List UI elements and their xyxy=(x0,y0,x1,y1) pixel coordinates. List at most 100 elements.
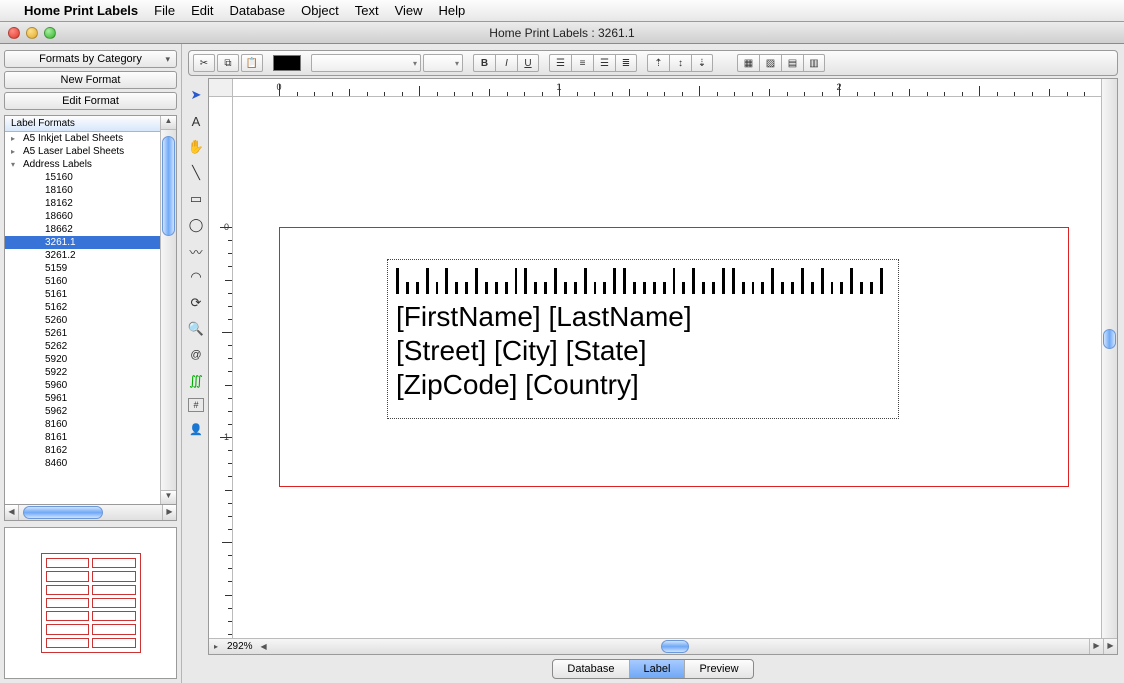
rotate-tool[interactable]: ⟳ xyxy=(187,294,205,312)
postnet-barcode[interactable] xyxy=(396,266,890,294)
menu-file[interactable]: File xyxy=(154,3,175,18)
paste-button[interactable]: 📋 xyxy=(241,54,263,72)
scroll-thumb[interactable] xyxy=(661,640,689,653)
tree-leaf[interactable]: 5920 xyxy=(5,353,160,366)
tree-leaf[interactable]: 18662 xyxy=(5,223,160,236)
tree-leaf[interactable]: 15160 xyxy=(5,171,160,184)
tree-leaf[interactable]: 5161 xyxy=(5,288,160,301)
back-button[interactable]: ▥ xyxy=(803,54,825,72)
tree-leaf[interactable]: 8160 xyxy=(5,418,160,431)
tree-leaf[interactable]: 5159 xyxy=(5,262,160,275)
tree-branch[interactable]: A5 Laser Label Sheets xyxy=(5,145,160,158)
magnify-tool[interactable]: 🔍 xyxy=(187,320,205,338)
canvas[interactable]: [FirstName] [LastName] [Street] [City] [… xyxy=(233,97,1101,638)
tree-branch[interactable]: A5 Inkjet Label Sheets xyxy=(5,132,160,145)
valign-mid-button[interactable]: ↕ xyxy=(669,54,691,72)
align-justify-button[interactable]: ≣ xyxy=(615,54,637,72)
font-combo[interactable] xyxy=(311,54,421,72)
zoom-scroll-right[interactable]: ▶ xyxy=(1089,639,1103,654)
cut-button[interactable]: ✂ xyxy=(193,54,215,72)
zoom-level[interactable]: 292% xyxy=(223,641,257,652)
color-swatch[interactable] xyxy=(273,55,301,71)
curve-tool[interactable]: 〰 xyxy=(187,242,205,260)
mac-menubar: Home Print Labels File Edit Database Obj… xyxy=(0,0,1124,22)
field-line-1: [FirstName] [LastName] xyxy=(396,300,890,334)
tree-leaf[interactable]: 5261 xyxy=(5,327,160,340)
format-toolbar: ✂ ⧉ 📋 B I U ☰ ≡ ☰ ≣ ⇡ ↕ xyxy=(188,50,1118,76)
zoom-scroll-left[interactable]: ◀ xyxy=(257,642,271,651)
ellipse-tool[interactable]: ◯ xyxy=(187,216,205,234)
front-button[interactable]: ▤ xyxy=(781,54,803,72)
zoom-scroll-right2[interactable]: ▶ xyxy=(1103,639,1117,654)
tree-leaf[interactable]: 8162 xyxy=(5,444,160,457)
app-name[interactable]: Home Print Labels xyxy=(24,3,138,18)
tree-leaf[interactable]: 5961 xyxy=(5,392,160,405)
italic-button[interactable]: I xyxy=(495,54,517,72)
align-left-button[interactable]: ☰ xyxy=(549,54,571,72)
canvas-hscroll[interactable]: ▸ 292% ◀ ▶ ▶ xyxy=(209,638,1117,654)
hand-tool[interactable]: ✋ xyxy=(187,138,205,156)
field-line-2: [Street] [City] [State] xyxy=(396,334,890,368)
canvas-vscroll[interactable] xyxy=(1101,79,1117,638)
copy-button[interactable]: ⧉ xyxy=(217,54,239,72)
valign-top-button[interactable]: ⇡ xyxy=(647,54,669,72)
sheet-preview xyxy=(4,527,177,679)
menu-edit[interactable]: Edit xyxy=(191,3,213,18)
arc-tool[interactable]: ◠ xyxy=(187,268,205,286)
tree-leaf[interactable]: 5160 xyxy=(5,275,160,288)
tree-leaf[interactable]: 18160 xyxy=(5,184,160,197)
tree-vscroll[interactable]: ▲ ▼ xyxy=(160,116,176,504)
mail-tool[interactable]: @ xyxy=(187,346,205,364)
counter-tool[interactable]: # xyxy=(188,398,204,412)
tab-database[interactable]: Database xyxy=(553,660,629,678)
person-tool[interactable]: 👤 xyxy=(187,420,205,438)
tree-leaf[interactable]: 5922 xyxy=(5,366,160,379)
tree-leaf[interactable]: 5262 xyxy=(5,340,160,353)
group-button[interactable]: ▦ xyxy=(737,54,759,72)
menu-text[interactable]: Text xyxy=(355,3,379,18)
ruler-vertical: 01 xyxy=(209,97,233,638)
tree-leaf[interactable]: 5962 xyxy=(5,405,160,418)
align-right-button[interactable]: ☰ xyxy=(593,54,615,72)
tree-leaf[interactable]: 5260 xyxy=(5,314,160,327)
tree-hscroll[interactable]: ◀ ▶ xyxy=(4,505,177,521)
align-center-button[interactable]: ≡ xyxy=(571,54,593,72)
sidebar: Formats by Category New Format Edit Form… xyxy=(0,44,182,683)
scroll-thumb[interactable] xyxy=(162,136,175,236)
tree-leaf[interactable]: 5162 xyxy=(5,301,160,314)
ruler-horizontal: 0123 xyxy=(233,79,1101,97)
text-tool[interactable]: A xyxy=(187,112,205,130)
line-tool[interactable]: ╲ xyxy=(187,164,205,182)
formats-category-dropdown[interactable]: Formats by Category xyxy=(4,50,177,68)
rect-tool[interactable]: ▭ xyxy=(187,190,205,208)
new-format-button[interactable]: New Format xyxy=(4,71,177,89)
menu-view[interactable]: View xyxy=(395,3,423,18)
tree-leaf[interactable]: 5960 xyxy=(5,379,160,392)
tree-leaf[interactable]: 8460 xyxy=(5,457,160,470)
scroll-thumb[interactable] xyxy=(1103,329,1116,349)
bold-button[interactable]: B xyxy=(473,54,495,72)
zoom-out-arrow[interactable]: ▸ xyxy=(209,642,223,651)
underline-button[interactable]: U xyxy=(517,54,539,72)
tab-label[interactable]: Label xyxy=(630,660,686,678)
size-combo[interactable] xyxy=(423,54,463,72)
tree-leaf[interactable]: 18660 xyxy=(5,210,160,223)
pointer-tool[interactable]: ➤ xyxy=(187,86,205,104)
address-field-block[interactable]: [FirstName] [LastName] [Street] [City] [… xyxy=(387,259,899,419)
valign-bot-button[interactable]: ⇣ xyxy=(691,54,713,72)
tree-leaf[interactable]: 8161 xyxy=(5,431,160,444)
tree-branch-open[interactable]: Address Labels xyxy=(5,158,160,171)
menu-database[interactable]: Database xyxy=(230,3,286,18)
menu-help[interactable]: Help xyxy=(439,3,466,18)
ungroup-button[interactable]: ▨ xyxy=(759,54,781,72)
edit-format-button[interactable]: Edit Format xyxy=(4,92,177,110)
tree-header[interactable]: Label Formats xyxy=(5,116,160,132)
barcode-tool[interactable]: ∭ xyxy=(187,372,205,390)
field-line-3: [ZipCode] [Country] xyxy=(396,368,890,402)
tree-leaf[interactable]: 3261.1 xyxy=(5,236,160,249)
scroll-thumb[interactable] xyxy=(23,506,103,519)
tree-leaf[interactable]: 3261.2 xyxy=(5,249,160,262)
tab-preview[interactable]: Preview xyxy=(685,660,752,678)
menu-object[interactable]: Object xyxy=(301,3,339,18)
tree-leaf[interactable]: 18162 xyxy=(5,197,160,210)
